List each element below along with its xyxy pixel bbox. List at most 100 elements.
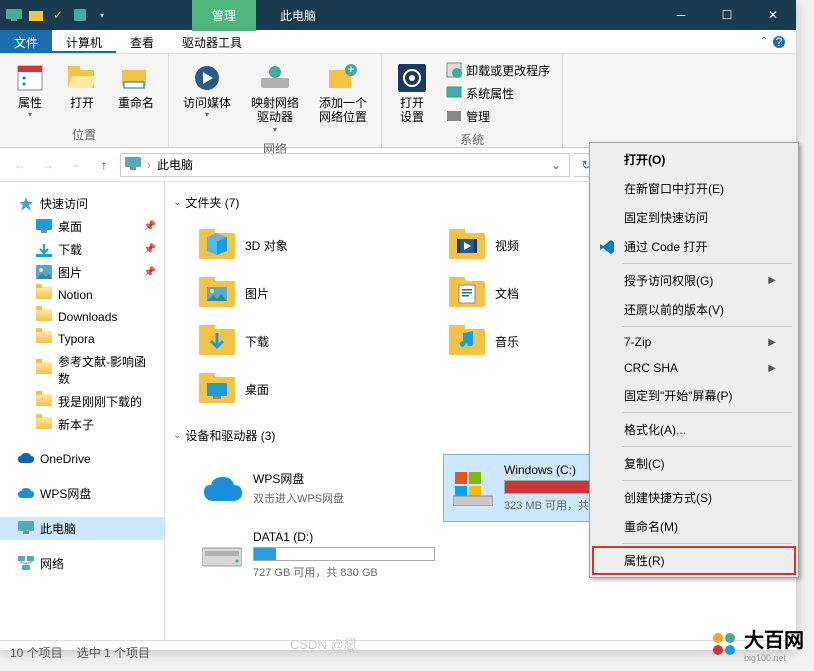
manage-button[interactable]: 管理 bbox=[442, 106, 554, 127]
uninstall-button[interactable]: 卸载或更改程序 bbox=[442, 60, 554, 81]
folder-desktop[interactable]: 桌面 bbox=[193, 365, 443, 413]
sidebar-refs[interactable]: 参考文献-影响函数 bbox=[0, 350, 164, 390]
maximize-button[interactable]: ☐ bbox=[704, 0, 750, 30]
chevron-right-icon: ▶ bbox=[768, 363, 776, 374]
sidebar-pictures[interactable]: 图片📌 bbox=[0, 261, 164, 284]
big100-logo-icon bbox=[710, 630, 738, 658]
sidebar-onedrive[interactable]: OneDrive bbox=[0, 448, 164, 470]
drivertools-tab[interactable]: 驱动器工具 bbox=[168, 30, 256, 53]
sidebar-network[interactable]: 网络 bbox=[0, 552, 164, 575]
folder-downloads[interactable]: 下载 bbox=[193, 317, 443, 365]
separator bbox=[622, 263, 792, 264]
titlebar: ✓ ▾ 管理 此电脑 ─ ☐ ✕ bbox=[0, 0, 796, 30]
open-button[interactable]: 打开 bbox=[60, 58, 104, 124]
address-bar[interactable]: › 此电脑 ⌄ bbox=[120, 153, 570, 177]
up-button[interactable]: ↑ bbox=[92, 153, 116, 177]
properties-icon[interactable] bbox=[70, 5, 90, 25]
ctx-newwindow[interactable]: 在新窗口中打开(E) bbox=[592, 174, 796, 203]
ctx-7zip[interactable]: 7-Zip▶ bbox=[592, 329, 796, 355]
sysprops-button[interactable]: 系统属性 bbox=[442, 83, 554, 104]
drive-wps[interactable]: WPS网盘双击进入WPS网盘 bbox=[193, 454, 443, 522]
sidebar-desktop[interactable]: 桌面📌 bbox=[0, 215, 164, 238]
access-media-button[interactable]: 访问媒体▾ bbox=[177, 58, 237, 138]
sidebar-newbook[interactable]: 新本子 bbox=[0, 413, 164, 436]
sidebar-wps[interactable]: WPS网盘 bbox=[0, 482, 164, 505]
folder-3dobjects[interactable]: 3D 对象 bbox=[193, 221, 443, 269]
open-settings-button[interactable]: 打开 设置 bbox=[390, 58, 434, 129]
separator bbox=[622, 446, 792, 447]
quick-access-toolbar: ✓ ▾ bbox=[0, 5, 112, 25]
separator bbox=[622, 326, 792, 327]
ctx-pinquick[interactable]: 固定到快速访问 bbox=[592, 203, 796, 232]
ctx-crcsha[interactable]: CRC SHA▶ bbox=[592, 355, 796, 381]
pc-icon bbox=[4, 5, 24, 25]
folder-pictures[interactable]: 图片 bbox=[193, 269, 443, 317]
sidebar-downloads[interactable]: 下载📌 bbox=[0, 238, 164, 261]
chevron-right-icon: ▶ bbox=[768, 275, 776, 286]
pin-icon: 📌 bbox=[144, 221, 156, 232]
svg-text:?: ? bbox=[776, 35, 783, 49]
selected-count: 选中 1 个项目 bbox=[77, 644, 150, 661]
thispc-title: 此电脑 bbox=[260, 0, 336, 31]
sidebar-thispc[interactable]: 此电脑 bbox=[0, 517, 164, 540]
help-button[interactable]: ⌃ ? bbox=[750, 30, 796, 53]
address-dropdown[interactable]: ⌄ bbox=[547, 158, 565, 172]
ribbon-tabs: 文件 计算机 查看 驱动器工具 ⌃ ? bbox=[0, 30, 796, 54]
chevron-down-icon: ⌄ bbox=[173, 430, 181, 441]
close-button[interactable]: ✕ bbox=[750, 0, 796, 30]
separator bbox=[622, 480, 792, 481]
sidebar-quickaccess[interactable]: 快速访问 bbox=[0, 192, 164, 215]
properties-button[interactable]: 属性▾ bbox=[8, 58, 52, 124]
address-text: 此电脑 bbox=[157, 156, 193, 173]
ctx-shortcut[interactable]: 创建快捷方式(S) bbox=[592, 483, 796, 512]
ctx-code[interactable]: 通过 Code 打开 bbox=[592, 232, 796, 261]
ctx-restore[interactable]: 还原以前的版本(V) bbox=[592, 295, 796, 324]
item-count: 10 个项目 bbox=[10, 644, 63, 661]
sidebar-notion[interactable]: Notion bbox=[0, 284, 164, 306]
sidebar-downloads-en[interactable]: Downloads bbox=[0, 306, 164, 328]
ctx-copy[interactable]: 复制(C) bbox=[592, 449, 796, 478]
back-button[interactable]: ← bbox=[8, 153, 32, 177]
file-tab[interactable]: 文件 bbox=[0, 30, 52, 53]
watermark-big100: 大百网big100.net bbox=[710, 624, 804, 663]
ctx-open[interactable]: 打开(O) bbox=[592, 145, 796, 174]
watermark-csdn: CSDN @想 bbox=[290, 634, 357, 653]
status-bar: 10 个项目 选中 1 个项目 bbox=[0, 640, 796, 664]
rename-button[interactable]: 重命名 bbox=[112, 58, 160, 124]
svg-text:+: + bbox=[348, 64, 355, 76]
ctx-properties[interactable]: 属性(R) bbox=[592, 546, 796, 575]
drive-d[interactable]: DATA1 (D:)727 GB 可用，共 830 GB bbox=[193, 522, 443, 588]
drive-d-progress bbox=[253, 547, 435, 561]
ribbon-group-network: 访问媒体▾ 映射网络 驱动器▾ +添加一个 网络位置 网络 bbox=[169, 54, 382, 147]
map-drive-button[interactable]: 映射网络 驱动器▾ bbox=[245, 58, 305, 138]
ctx-pinstart[interactable]: 固定到"开始"屏幕(P) bbox=[592, 381, 796, 410]
ribbon-group-system: 打开 设置 卸载或更改程序 系统属性 管理 系统 bbox=[382, 54, 563, 147]
manage-tab[interactable]: 管理 bbox=[192, 0, 256, 31]
context-menu: 打开(O) 在新窗口中打开(E) 固定到快速访问 通过 Code 打开 授予访问… bbox=[589, 142, 799, 578]
ctx-format[interactable]: 格式化(A)... bbox=[592, 415, 796, 444]
ctx-grant[interactable]: 授予访问权限(G)▶ bbox=[592, 266, 796, 295]
computer-tab[interactable]: 计算机 bbox=[52, 30, 116, 53]
recent-dropdown[interactable]: ⌄ bbox=[64, 153, 88, 177]
separator bbox=[622, 543, 792, 544]
ribbon: 属性▾ 打开 重命名 位置 访问媒体▾ 映射网络 驱动器▾ +添加一个 网络位置… bbox=[0, 54, 796, 148]
pc-icon bbox=[125, 157, 141, 173]
vscode-icon bbox=[598, 238, 616, 256]
forward-button[interactable]: → bbox=[36, 153, 60, 177]
dropdown-icon[interactable]: ▾ bbox=[92, 5, 112, 25]
chevron-right-icon: ▶ bbox=[768, 337, 776, 348]
add-location-button[interactable]: +添加一个 网络位置 bbox=[313, 58, 373, 138]
pin-icon: 📌 bbox=[144, 267, 156, 278]
chevron-down-icon: ⌄ bbox=[173, 197, 181, 208]
check-icon[interactable]: ✓ bbox=[48, 5, 68, 25]
sidebar: 快速访问 桌面📌 下载📌 图片📌 Notion Downloads Typora… bbox=[0, 182, 165, 640]
minimize-button[interactable]: ─ bbox=[658, 0, 704, 30]
sidebar-mydl[interactable]: 我是刚刚下载的 bbox=[0, 390, 164, 413]
folder-icon[interactable] bbox=[26, 5, 46, 25]
ctx-rename[interactable]: 重命名(M) bbox=[592, 512, 796, 541]
separator bbox=[622, 412, 792, 413]
sidebar-typora[interactable]: Typora bbox=[0, 328, 164, 350]
pin-icon: 📌 bbox=[144, 244, 156, 255]
view-tab[interactable]: 查看 bbox=[116, 30, 168, 53]
ribbon-group-location: 属性▾ 打开 重命名 位置 bbox=[0, 54, 169, 147]
